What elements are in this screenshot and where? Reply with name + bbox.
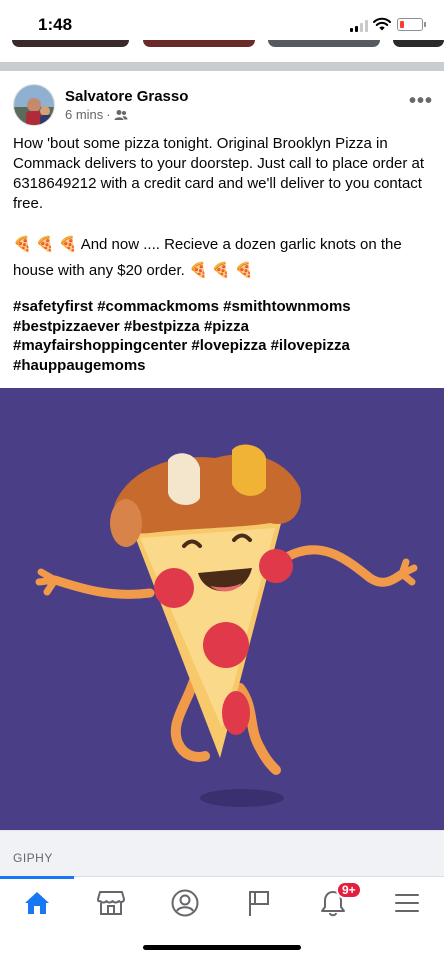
battery-low-icon xyxy=(397,18,426,31)
status-bar: 1:48 xyxy=(0,0,444,44)
attachment-source-label: GIPHY xyxy=(13,851,53,865)
tab-menu[interactable] xyxy=(370,877,444,929)
post-time[interactable]: 6 mins xyxy=(65,107,103,122)
post-header: Salvatore Grasso 6 mins · ••• xyxy=(13,84,433,128)
active-tab-indicator xyxy=(0,876,74,879)
hashtag-link[interactable]: #safetyfirst xyxy=(13,298,93,315)
wifi-icon xyxy=(373,17,391,31)
pizza-emoji-group: 🍕 🍕 🍕 xyxy=(184,262,254,279)
notification-badge: 9+ xyxy=(336,881,362,899)
post-paragraph-1: How 'bout some pizza tonight. Original B… xyxy=(13,135,425,212)
hashtag-link[interactable]: #bestpizza xyxy=(124,318,200,335)
cellular-signal-icon xyxy=(350,20,370,32)
post-paragraph-2: 🍕 🍕 🍕 And now .... Recieve a dozen garli… xyxy=(13,232,433,284)
hashtag-link[interactable]: #ilovepizza xyxy=(271,337,350,354)
bottom-tab-bar: 9+ xyxy=(0,876,444,928)
tab-profile[interactable] xyxy=(148,877,222,929)
profile-icon xyxy=(171,889,199,917)
more-options-icon[interactable]: ••• xyxy=(409,90,433,113)
status-time: 1:48 xyxy=(38,15,73,34)
attachment-source-bar[interactable]: GIPHY xyxy=(0,830,444,878)
home-icon xyxy=(25,892,49,914)
hashtag-list: #safetyfirst #commackmoms #smithtownmoms… xyxy=(13,297,433,375)
tab-home[interactable] xyxy=(0,876,74,929)
hashtag-link[interactable]: #lovepizza xyxy=(191,337,266,354)
stories-strip[interactable] xyxy=(0,40,444,52)
author-name[interactable]: Salvatore Grasso xyxy=(65,88,188,105)
hashtag-link[interactable]: #commackmoms xyxy=(97,298,219,315)
feed-divider xyxy=(0,62,444,71)
tab-pages[interactable] xyxy=(222,877,296,929)
post-gif-image[interactable] xyxy=(0,388,444,830)
hashtag-link[interactable]: #bestpizzaever xyxy=(13,318,120,335)
meta-separator: · xyxy=(106,107,111,122)
hashtag-link[interactable]: #hauppaugemoms xyxy=(13,357,146,374)
hashtag-link[interactable]: #pizza xyxy=(204,318,249,335)
marketplace-icon xyxy=(97,891,125,915)
hashtag-link[interactable]: #mayfairshoppingcenter xyxy=(13,337,187,354)
home-indicator[interactable] xyxy=(143,945,301,950)
avatar[interactable] xyxy=(13,84,55,126)
dancing-pizza-illustration xyxy=(35,444,418,807)
tab-marketplace[interactable] xyxy=(74,877,148,929)
hashtag-link[interactable]: #smithtownmoms xyxy=(223,298,351,315)
flag-icon xyxy=(249,891,269,916)
post-text: How 'bout some pizza tonight. Original B… xyxy=(13,134,433,375)
tab-notifications[interactable]: 9+ xyxy=(296,877,370,929)
post-meta: 6 mins · xyxy=(65,107,128,122)
menu-icon xyxy=(395,894,419,912)
friends-icon xyxy=(114,109,128,120)
